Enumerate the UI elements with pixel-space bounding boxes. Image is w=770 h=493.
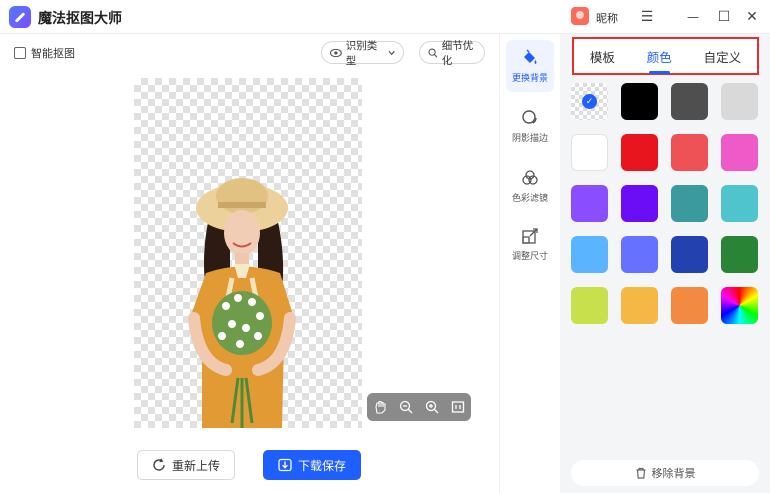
- tool-change-background-label: 更换背景: [511, 73, 548, 84]
- zoom-out-icon[interactable]: [399, 400, 413, 414]
- trash-icon: [636, 467, 645, 479]
- download-icon: [278, 458, 292, 472]
- swatch-color[interactable]: [671, 236, 708, 273]
- reupload-button[interactable]: 重新上传: [137, 450, 235, 480]
- cutout-preview[interactable]: [134, 78, 362, 428]
- chevron-down-icon: [388, 50, 395, 55]
- swatch-color[interactable]: [621, 185, 658, 222]
- tool-shadow-outline[interactable]: 阴影描边: [506, 100, 554, 152]
- tool-shadow-outline-label: 阴影描边: [511, 133, 548, 144]
- eye-icon: [330, 48, 342, 57]
- remove-background-button[interactable]: 移除背景: [571, 460, 759, 486]
- pan-icon[interactable]: [373, 400, 387, 414]
- resize-icon: [521, 227, 539, 245]
- swatch-color[interactable]: [721, 83, 758, 120]
- download-save-button[interactable]: 下载保存: [263, 450, 361, 480]
- woman-cutout-image: [188, 178, 296, 428]
- smart-cut-breadcrumb[interactable]: 智能抠图: [14, 45, 75, 61]
- user-nickname[interactable]: 昵称: [596, 10, 618, 26]
- swatch-color[interactable]: [721, 236, 758, 273]
- color-swatch-grid: ✓: [571, 83, 765, 324]
- zoom-in-icon[interactable]: [425, 400, 439, 414]
- remove-background-label: 移除背景: [651, 467, 696, 480]
- close-icon[interactable]: ✕: [741, 6, 763, 28]
- title-bar: 魔法抠图大师 昵称 ☰ — ☐ ✕: [0, 0, 770, 34]
- swatch-color[interactable]: [671, 287, 708, 324]
- swatch-color[interactable]: [671, 83, 708, 120]
- magnifier-icon: [428, 48, 438, 57]
- app-title: 魔法抠图大师: [38, 11, 122, 27]
- panel-tabs: 模板 颜色 自定义: [572, 37, 759, 75]
- tool-resize-label: 调整尺寸: [511, 251, 548, 262]
- fit-icon[interactable]: [451, 400, 465, 414]
- recognition-type-dropdown[interactable]: 识别类型: [321, 40, 404, 67]
- swatch-color[interactable]: [671, 185, 708, 222]
- tab-custom[interactable]: 自定义: [702, 43, 744, 70]
- swatch-color[interactable]: [621, 83, 658, 120]
- swatch-color[interactable]: [571, 287, 608, 324]
- swatch-custom-color[interactable]: [721, 287, 758, 324]
- background-panel: 模板 颜色 自定义 ✓ 移除背景: [560, 34, 770, 493]
- detail-optimize-label: 细节优化: [441, 39, 474, 67]
- smart-cut-label: 智能抠图: [31, 47, 75, 60]
- reupload-label: 重新上传: [171, 458, 220, 473]
- color-filter-icon: [521, 169, 539, 187]
- tool-resize[interactable]: 调整尺寸: [506, 218, 554, 270]
- swatch-color[interactable]: [571, 134, 608, 171]
- download-save-label: 下载保存: [297, 458, 346, 473]
- tab-color[interactable]: 颜色: [645, 43, 674, 74]
- tool-sidebar: 更换背景 阴影描边 色彩滤镜 调整尺寸: [499, 34, 559, 493]
- swatch-color[interactable]: [621, 287, 658, 324]
- tool-color-filter[interactable]: 色彩滤镜: [506, 160, 554, 212]
- selected-check-icon: ✓: [582, 94, 597, 109]
- minimize-icon[interactable]: —: [682, 6, 704, 28]
- refresh-icon: [153, 458, 165, 471]
- swatch-color[interactable]: [571, 185, 608, 222]
- tab-template[interactable]: 模板: [588, 43, 617, 70]
- paint-bucket-icon: [521, 48, 539, 67]
- swatch-color[interactable]: [621, 236, 658, 273]
- shadow-circle-icon: [521, 109, 539, 127]
- swatch-color[interactable]: [721, 134, 758, 171]
- home-icon: [14, 47, 26, 59]
- detail-optimize-button[interactable]: 细节优化: [419, 40, 485, 67]
- tool-color-filter-label: 色彩滤镜: [511, 193, 548, 204]
- swatch-color[interactable]: [621, 134, 658, 171]
- recognition-type-label: 识别类型: [345, 39, 378, 67]
- maximize-icon[interactable]: ☐: [713, 6, 735, 28]
- app-logo-icon: [9, 6, 31, 28]
- user-avatar[interactable]: [571, 7, 589, 25]
- swatch-color[interactable]: [721, 185, 758, 222]
- tool-change-background[interactable]: 更换背景: [506, 40, 554, 92]
- swatch-transparent[interactable]: ✓: [571, 83, 608, 120]
- swatch-color[interactable]: [671, 134, 708, 171]
- menu-icon[interactable]: ☰: [636, 6, 658, 28]
- zoom-controls: [367, 393, 471, 421]
- swatch-color[interactable]: [571, 236, 608, 273]
